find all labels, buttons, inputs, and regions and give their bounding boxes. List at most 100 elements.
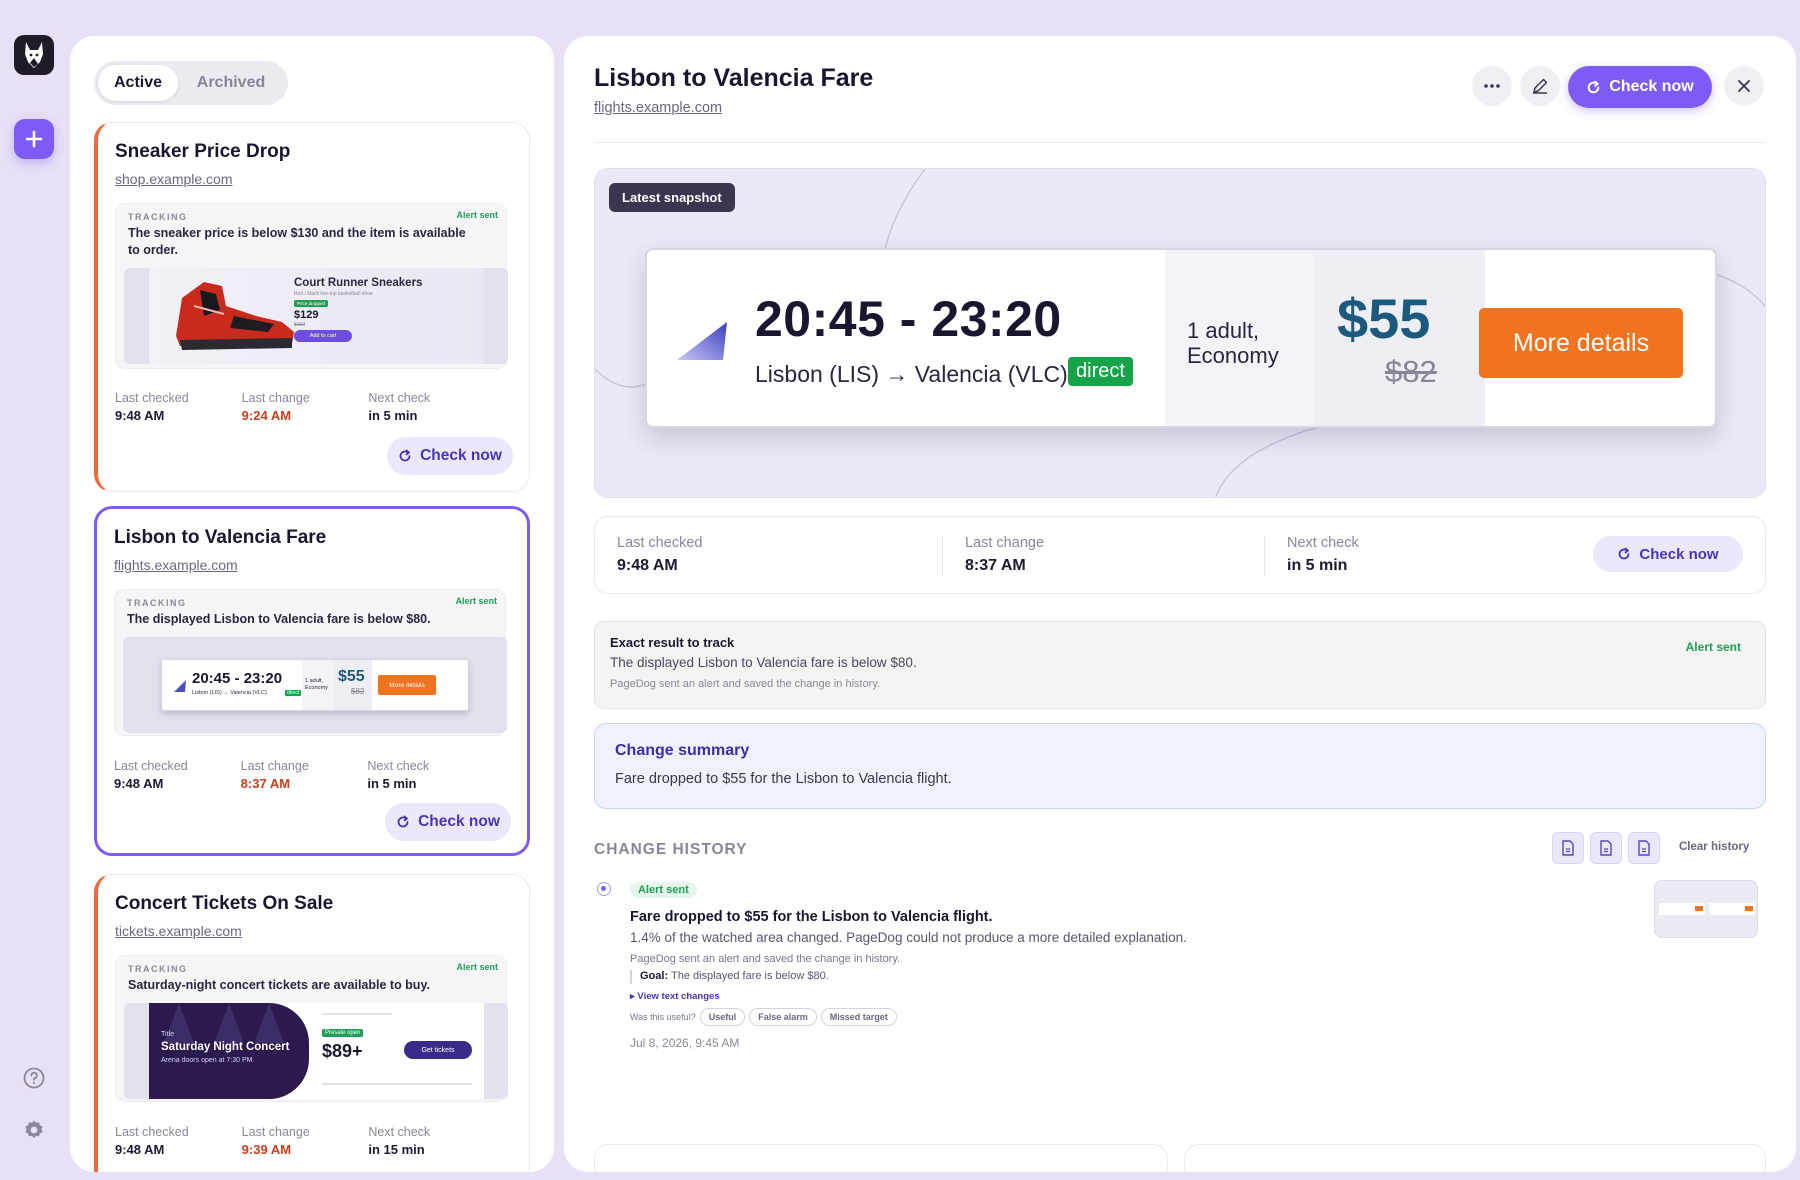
export-document-button[interactable] — [1552, 832, 1584, 864]
history-entry-title: Fare dropped to $55 for the Lisbon to Va… — [630, 909, 993, 925]
summary-title: Change summary — [615, 742, 750, 759]
thumb-product-sub: Red / black low-top basketball shoe — [294, 291, 373, 297]
card-domain-link[interactable]: flights.example.com — [114, 557, 238, 573]
more-details-button: More details — [1479, 308, 1683, 378]
export-document-button[interactable] — [1590, 832, 1622, 864]
history-entry-note: PageDog sent an alert and saved the chan… — [630, 953, 901, 965]
snapshot-thumbnail[interactable]: Title Saturday Night Concert Arena doors… — [124, 1003, 508, 1099]
card-title: Lisbon to Valencia Fare — [114, 527, 327, 548]
close-button[interactable] — [1724, 66, 1764, 106]
last-change: Last change 8:37 AM — [240, 759, 309, 791]
tracking-box: TRACKING Alert sent Saturday-night conce… — [115, 955, 508, 1102]
refresh-icon — [1619, 547, 1630, 560]
feedback-missed-target-button[interactable]: Missed target — [820, 1008, 897, 1026]
fare-price: $55 — [1337, 287, 1431, 350]
exact-result-text: The displayed Lisbon to Valencia fare is… — [610, 655, 917, 670]
card-domain-link[interactable]: tickets.example.com — [115, 923, 242, 939]
monitor-card-sneaker[interactable]: Sneaker Price Drop shop.example.com TRAC… — [94, 122, 530, 492]
more-icon — [1484, 84, 1500, 88]
fare-times: 20:45 - 23:20 — [755, 291, 1062, 347]
export-document-button[interactable] — [1628, 832, 1660, 864]
direct-badge: direct — [1068, 357, 1133, 386]
view-text-changes-link[interactable]: ▸ View text changes — [630, 991, 720, 1002]
snapshot-thumbnail[interactable]: 20:45 - 23:20 Lisbon (LIS) → Valencia (V… — [123, 637, 507, 733]
monitor-card-fare[interactable]: Lisbon to Valencia Fare flights.example.… — [94, 506, 530, 856]
document-icon — [1562, 840, 1574, 856]
detail-card — [594, 1144, 1168, 1172]
tracking-text: The sneaker price is below $130 and the … — [128, 226, 466, 257]
tracking-label: TRACKING — [128, 212, 188, 222]
edit-icon — [1532, 78, 1548, 94]
refresh-icon — [399, 449, 411, 462]
alert-sent-badge: Alert sent — [456, 210, 498, 220]
more-options-button[interactable] — [1472, 66, 1512, 106]
alert-sent-badge: Alert sent — [455, 596, 497, 606]
exact-result-note: PageDog sent an alert and saved the chan… — [610, 678, 881, 690]
change-history-heading: CHANGE HISTORY — [594, 841, 748, 858]
feedback-row: Was this useful? Useful False alarm Miss… — [630, 1008, 897, 1026]
thumb-price-badge: Price dropped — [294, 300, 329, 307]
refresh-icon — [397, 815, 409, 828]
document-icon — [1600, 840, 1612, 856]
page-title: Lisbon to Valencia Fare — [594, 64, 874, 92]
edit-button[interactable] — [1520, 66, 1560, 106]
next-check: Next check in 5 min — [1287, 535, 1359, 574]
history-thumbnail[interactable] — [1654, 880, 1758, 938]
plus-icon — [25, 130, 43, 148]
tracking-label: TRACKING — [127, 598, 187, 608]
fare-passengers: 1 adult, Economy — [1187, 318, 1279, 369]
card-title: Sneaker Price Drop — [115, 141, 291, 162]
fare-route: Lisbon (LIS) → Valencia (VLC) — [755, 361, 1068, 387]
check-now-button[interactable]: Check now — [387, 437, 513, 475]
snapshot-label: Latest snapshot — [609, 183, 735, 212]
feedback-useful-button[interactable]: Useful — [699, 1008, 746, 1026]
next-check: Next check in 5 min — [368, 391, 431, 423]
card-domain-link[interactable]: shop.example.com — [115, 171, 233, 187]
dog-logo-icon[interactable] — [14, 35, 54, 75]
clear-history-button[interactable]: Clear history — [1679, 841, 1749, 853]
check-now-primary-button[interactable]: Check now — [1568, 66, 1712, 108]
last-checked: Last checked 9:48 AM — [115, 1125, 189, 1157]
tracking-text: The displayed Lisbon to Valencia fare is… — [127, 612, 431, 626]
monitor-card-concert[interactable]: Concert Tickets On Sale tickets.example.… — [94, 874, 530, 1172]
thumb-fare-route: Lisbon (LIS) → Valencia (VLC) — [192, 690, 267, 696]
snapshot-thumbnail[interactable]: Court Runner Sneakers Red / black low-to… — [124, 268, 508, 364]
check-now-button[interactable]: Check now — [1593, 536, 1743, 572]
monitor-list-panel: Active Archived Sneaker Price Drop shop.… — [70, 36, 554, 1172]
help-icon[interactable] — [22, 1066, 46, 1090]
last-checked: Last checked 9:48 AM — [114, 759, 188, 791]
fare-result-card: 20:45 - 23:20 Lisbon (LIS) → Valencia (V… — [645, 248, 1717, 428]
card-meta: Last checked 9:48 AM Last change 9:24 AM N… — [115, 391, 495, 423]
card-meta: Last checked 9:48 AM Last change 8:37 AM N… — [114, 759, 494, 791]
thumb-product-name: Court Runner Sneakers — [294, 277, 423, 289]
thumb-event-name: Saturday Night Concert — [161, 1041, 290, 1053]
timeline-dot — [597, 882, 611, 896]
thumb-fare-times: 20:45 - 23:20 — [192, 670, 283, 687]
alert-sent-badge: Alert sent — [456, 962, 498, 972]
gear-icon[interactable] — [22, 1118, 46, 1142]
sneaker-image-icon — [176, 282, 294, 350]
tab-active[interactable]: Active — [98, 65, 178, 101]
alert-sent-badge: Alert sent — [1685, 640, 1741, 654]
detail-card — [1184, 1144, 1766, 1172]
tracking-label: TRACKING — [128, 964, 188, 974]
check-now-button[interactable]: Check now — [385, 803, 511, 841]
app-rail — [0, 0, 68, 1180]
last-checked: Last checked 9:48 AM — [115, 391, 189, 423]
history-goal: Goal: The displayed fare is below $80. — [630, 970, 829, 984]
card-meta: Last checked 9:48 AM Last change 9:39 AM N… — [115, 1125, 495, 1157]
next-check: Next check in 5 min — [367, 759, 430, 791]
monitor-detail-panel: Lisbon to Valencia Fare flights.example.… — [564, 36, 1796, 1172]
history-entry-desc: 1.4% of the watched area changed. PageDo… — [630, 930, 1187, 945]
tab-archived[interactable]: Archived — [178, 65, 284, 101]
last-change: Last change 9:39 AM — [241, 1125, 310, 1157]
tracking-box: TRACKING Alert sent The displayed Lisbon… — [114, 589, 507, 736]
detail-domain-link[interactable]: flights.example.com — [594, 100, 722, 116]
thumb-tickets-button: Get tickets — [404, 1041, 472, 1059]
header-divider — [594, 142, 1766, 143]
summary-text: Fare dropped to $55 for the Lisbon to Va… — [615, 771, 952, 787]
feedback-false-alarm-button[interactable]: False alarm — [749, 1008, 817, 1026]
fare-old-price: $82 — [1385, 354, 1437, 389]
document-icon — [1638, 840, 1650, 856]
add-monitor-button[interactable] — [14, 119, 54, 159]
